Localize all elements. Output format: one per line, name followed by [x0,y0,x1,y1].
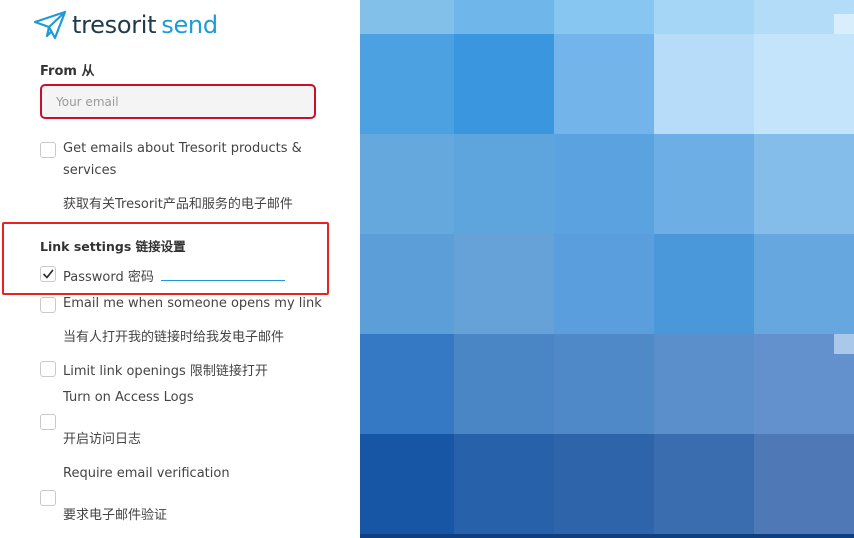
email-input[interactable] [42,86,314,117]
from-label: From 从 [40,64,95,79]
email-verification-label-zh: 要求电子邮件验证 [63,508,168,523]
logo-brand-text: tresorit [72,11,157,39]
access-logs-label-en: Turn on Access Logs [63,390,194,405]
marketing-emails-label-en-cont: services [63,163,117,178]
send-form-panel: tresoritsend From 从 Get emails about Tre… [0,0,360,538]
marketing-emails-checkbox[interactable] [40,142,56,158]
access-logs-label-zh: 开启访问日志 [63,432,142,447]
marketing-emails-label-zh: 获取有关Tresorit产品和服务的电子邮件 [63,197,293,212]
notify-open-checkbox[interactable] [40,297,56,313]
password-input[interactable] [161,280,285,281]
access-logs-checkbox[interactable] [40,414,56,430]
background-mosaic-image [360,0,854,538]
email-field-container [40,84,316,119]
tresorit-send-logo: tresorit send [33,10,218,40]
email-verification-checkbox[interactable] [40,490,56,506]
limit-openings-checkbox[interactable] [40,361,56,377]
link-settings-heading: Link settings 链接设置 [40,239,186,254]
checkmark-icon [43,269,54,279]
email-verification-label-en: Require email verification [63,466,230,481]
password-label: Password 密码 [63,270,154,285]
logo-product-text: send [161,11,218,39]
notify-open-label-en: Email me when someone opens my link [63,296,322,311]
paper-plane-icon [33,10,67,40]
marketing-emails-label-en: Get emails about Tresorit products & [63,141,302,156]
annotation-highlight-box [2,222,329,295]
limit-openings-label: Limit link openings 限制链接打开 [63,364,268,379]
notify-open-label-zh: 当有人打开我的链接时给我发电子邮件 [63,330,285,345]
password-checkbox[interactable] [40,266,56,282]
